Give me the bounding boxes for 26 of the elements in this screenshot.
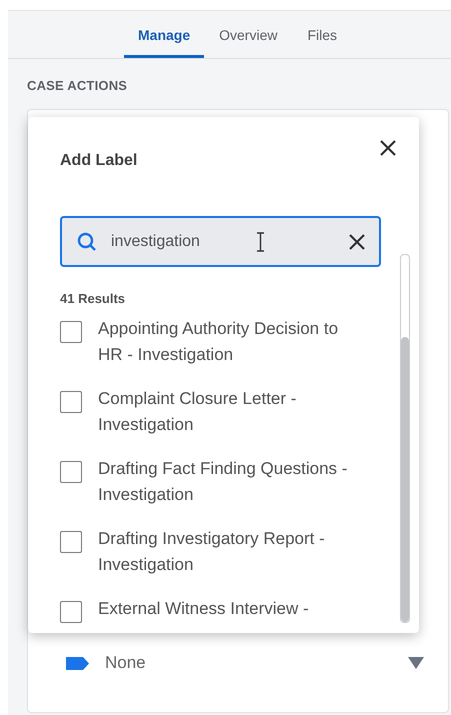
scrollbar[interactable] <box>400 254 410 623</box>
option-label[interactable]: External Witness Interview - <box>98 596 360 622</box>
clear-icon[interactable] <box>349 234 365 250</box>
scrollbar-thumb[interactable] <box>401 337 409 622</box>
tab[interactable]: Manage <box>124 11 204 58</box>
checkbox[interactable] <box>60 391 82 413</box>
option-label[interactable]: Drafting Investigatory Report - Investigation <box>98 526 360 578</box>
section-title: CASE ACTIONS <box>27 78 128 93</box>
tab[interactable]: Overview <box>204 11 292 58</box>
label-dropdown[interactable]: None <box>66 648 424 678</box>
option-label[interactable]: Complaint Closure Letter - Investigation <box>98 386 360 438</box>
checkbox[interactable] <box>60 321 82 343</box>
checkbox[interactable] <box>60 461 82 483</box>
dialog-title: Add Label <box>60 152 138 170</box>
checkbox[interactable] <box>60 601 82 623</box>
close-icon[interactable] <box>379 139 397 157</box>
caret-icon <box>408 657 424 669</box>
results-count: 41 Results <box>60 291 126 306</box>
option-label[interactable]: Appointing Authority Decision to HR - Investigation <box>98 316 360 368</box>
search-icon <box>77 232 97 252</box>
tag-icon <box>66 656 89 670</box>
checkbox[interactable] <box>60 531 82 553</box>
tab[interactable]: Files <box>292 11 352 58</box>
option-label[interactable]: Drafting Fact Finding Questions - Investigation <box>98 456 360 508</box>
text-cursor-icon <box>256 232 265 252</box>
search-field[interactable]: investigation <box>60 216 381 267</box>
